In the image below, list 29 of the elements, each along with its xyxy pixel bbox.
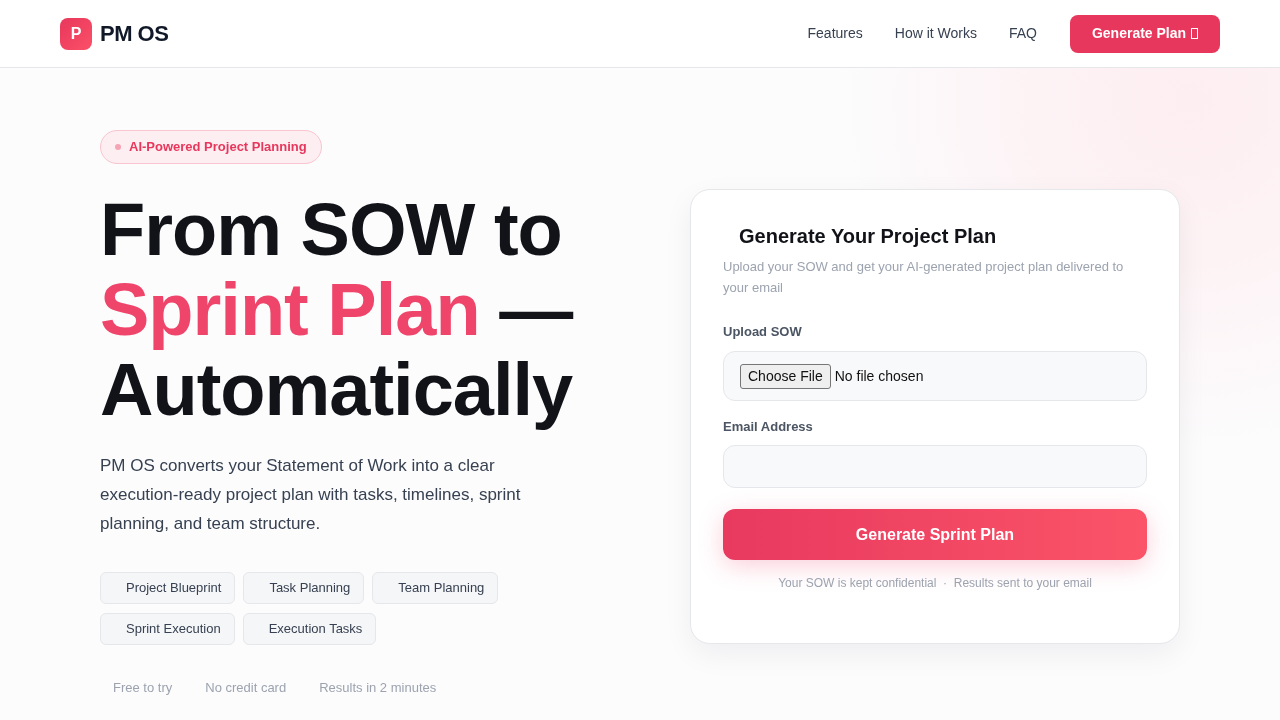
hero-description: PM OS converts your Statement of Work into a clear execution-ready project plan with tasks, timelines, sprint planning, and team structure.: [100, 455, 522, 535]
generate-plan-button[interactable]: Generate Plan: [1070, 14, 1220, 53]
feature-chip: Task Planning: [243, 572, 365, 604]
feature-chip: Project Blueprint: [100, 572, 236, 604]
file-upload-field[interactable]: Choose File No file chosen: [723, 351, 1147, 401]
privacy-note: Your SOW is kept confidential · Results sent to your email: [777, 576, 1093, 590]
nav-link[interactable]: How it Works: [894, 23, 977, 44]
field-label: Upload SOW: [723, 324, 803, 340]
logo-mark: P: [60, 17, 92, 50]
choose-file-button[interactable]: Choose File: [740, 363, 831, 389]
perk-text: No credit card: [205, 679, 287, 697]
form-title: Generate Your Project Plan: [738, 224, 998, 248]
dot-icon: [115, 144, 121, 150]
email-field[interactable]: [723, 445, 1147, 488]
field-label: Email Address: [723, 419, 814, 435]
perk-text: Results in 2 minutes: [319, 679, 437, 697]
feature-chip: Sprint Execution: [100, 613, 235, 645]
badge-text: AI-Powered Project Planning: [129, 138, 307, 157]
hero-heading: From SOW to Sprint Plan — Automatically: [100, 190, 574, 430]
file-status-text: No file chosen: [834, 366, 924, 386]
nav-link[interactable]: Features: [807, 23, 863, 44]
form-subtitle: Upload your SOW and get your AI-generated project plan delivered to your email: [723, 258, 1125, 297]
perk-text: Free to try: [113, 679, 173, 697]
nav-link[interactable]: FAQ: [1009, 23, 1037, 44]
glyph-box-icon: [1191, 28, 1199, 39]
feature-chip: Team Planning: [372, 572, 499, 604]
brand-name: PM OS: [100, 20, 169, 48]
generate-sprint-plan-button[interactable]: Generate Sprint Plan: [723, 509, 1147, 560]
feature-chip: Execution Tasks: [242, 613, 377, 645]
